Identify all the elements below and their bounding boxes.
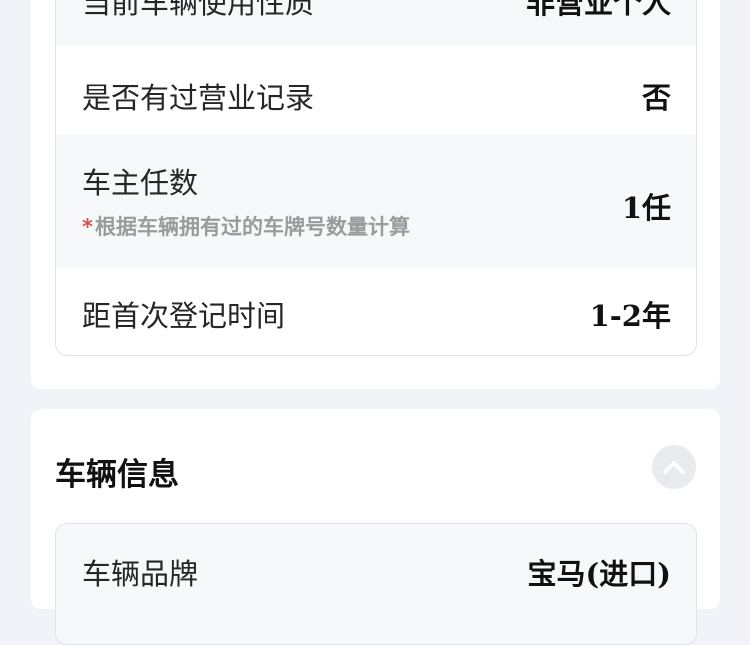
usage-history-card: 当前车辆使用性质 非营业个人 是否有过营业记录 否 车主任数 *根据车辆拥有过的…	[31, 0, 720, 389]
usage-history-table: 当前车辆使用性质 非营业个人 是否有过营业记录 否 车主任数 *根据车辆拥有过的…	[55, 0, 697, 356]
collapse-button[interactable]	[652, 445, 696, 489]
chevron-up-icon	[663, 461, 685, 474]
vehicle-info-card: 车辆信息 车辆品牌 宝马(进口)	[31, 409, 720, 645]
usage-type-row: 当前车辆使用性质 非营业个人	[56, 0, 696, 45]
owner-count-note: *根据车辆拥有过的车牌号数量计算	[82, 211, 410, 241]
owner-count-label: 车主任数	[82, 166, 199, 200]
owner-count-row: 车主任数 *根据车辆拥有过的车牌号数量计算 1任	[56, 135, 696, 268]
first-registration-value: 1-2年	[589, 299, 671, 333]
usage-type-label: 当前车辆使用性质	[82, 0, 315, 20]
first-registration-row: 距首次登记时间 1-2年	[56, 268, 696, 355]
owner-count-value: 1任	[621, 191, 671, 225]
section-title: 车辆信息	[55, 457, 179, 493]
first-registration-label: 距首次登记时间	[82, 299, 286, 333]
usage-type-value: 非营业个人	[525, 0, 671, 20]
brand-row: 车辆品牌 宝马(进口)	[56, 524, 696, 644]
commercial-record-value: 否	[641, 81, 671, 115]
brand-value: 宝马(进口)	[527, 557, 671, 591]
brand-label: 车辆品牌	[82, 557, 199, 591]
required-marker: *	[82, 215, 93, 239]
commercial-record-row: 是否有过营业记录 否	[56, 45, 696, 135]
commercial-record-label: 是否有过营业记录	[82, 81, 315, 115]
vehicle-info-table: 车辆品牌 宝马(进口)	[55, 523, 697, 645]
owner-count-note-text: 根据车辆拥有过的车牌号数量计算	[94, 215, 410, 239]
